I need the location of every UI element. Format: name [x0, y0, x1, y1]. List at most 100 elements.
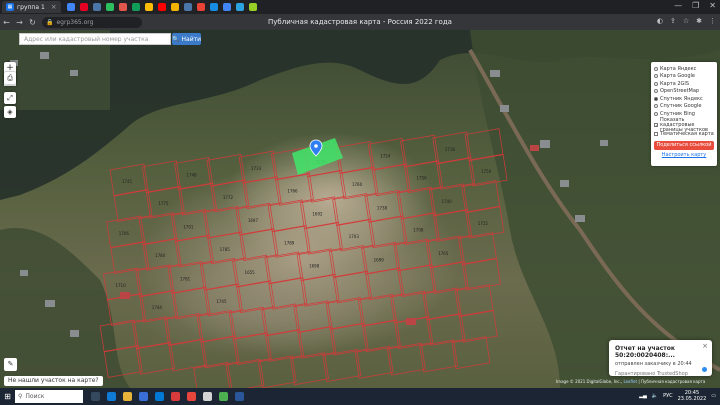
- parcel-number-label: 1733: [251, 166, 262, 171]
- edit-icon[interactable]: ✎: [4, 358, 17, 371]
- extensions-icon[interactable]: ✱: [696, 17, 702, 25]
- telegram-icon[interactable]: [235, 3, 244, 11]
- language-indicator[interactable]: РУС: [663, 393, 673, 399]
- parcel-number-label: 1785: [220, 247, 231, 252]
- radio-icon[interactable]: [654, 111, 658, 116]
- network-icon[interactable]: ▂▄: [639, 393, 647, 399]
- overlay-list: ✓ Показать кадастровые границы участков Те…: [654, 117, 714, 139]
- parcel-number-label: 1756: [417, 176, 428, 181]
- search-input[interactable]: Адрес или кадастровый номер участка: [19, 33, 171, 45]
- windows-taskbar: ⊞ ⚲ Поиск ▂▄ 🔈 РУС 20:45 23.05.2022 ▭: [0, 388, 720, 405]
- gmail-icon[interactable]: [196, 3, 205, 11]
- chrome-icon[interactable]: [219, 392, 228, 401]
- search-button[interactable]: 🔍 Найти: [172, 33, 201, 45]
- share-icon[interactable]: ⇪: [670, 17, 676, 25]
- headphones-icon[interactable]: ◐: [657, 17, 663, 25]
- leaflet-link[interactable]: Leaflet: [623, 379, 637, 384]
- system-tray: ▂▄ 🔈 РУС 20:45 23.05.2022 ▭: [639, 390, 716, 402]
- checkbox-icon[interactable]: [654, 132, 658, 137]
- basemap-option[interactable]: Спутник Яндекс: [654, 95, 714, 103]
- parcel-number-label: 1701: [183, 225, 194, 230]
- doc-icon[interactable]: [222, 3, 231, 11]
- parcel-number-label: 1760: [352, 182, 363, 187]
- tab-favicon-icon: ▦: [6, 3, 14, 11]
- basemap-label: Спутник Яндекс: [660, 95, 703, 102]
- radio-icon[interactable]: [654, 104, 658, 109]
- clock[interactable]: 20:45 23.05.2022: [678, 390, 707, 402]
- basemap-option[interactable]: Карта Яндекс: [654, 65, 714, 73]
- not-found-link[interactable]: Не нашли участок на карте?: [4, 376, 103, 386]
- lock-icon: 🔒: [46, 18, 54, 26]
- ruler-icon[interactable]: ◈: [4, 106, 16, 118]
- parcel-number-label: 1697: [248, 218, 259, 223]
- radio-icon[interactable]: [654, 89, 658, 94]
- basemap-option[interactable]: Карта 2GIS: [654, 80, 714, 88]
- sheets-icon[interactable]: [131, 3, 140, 11]
- word-icon[interactable]: [235, 392, 244, 401]
- forward-icon[interactable]: →: [13, 18, 26, 27]
- basemap-option[interactable]: OpenStreetMap: [654, 88, 714, 96]
- vk-icon[interactable]: [92, 3, 101, 11]
- basemap-list: Карта Яндекс Карта Google Карта 2GIS OpenSt…: [654, 65, 714, 118]
- basemap-label: Спутник Bing: [660, 110, 695, 117]
- parcel-number-label: 1740: [441, 199, 452, 204]
- address-bar[interactable]: 🔒 egrp365.org: [42, 16, 142, 28]
- browser-tab-active[interactable]: ▦ группа 1 ×: [2, 1, 61, 13]
- chrome-icon[interactable]: [144, 3, 153, 11]
- radio-icon[interactable]: [654, 96, 658, 101]
- windows-start-icon[interactable]: ⊞: [3, 392, 12, 401]
- basemap-option[interactable]: Спутник Google: [654, 103, 714, 111]
- parcel-number-label: 1715: [478, 221, 489, 226]
- volume-icon[interactable]: 🔈: [652, 393, 658, 399]
- youtube-icon[interactable]: [157, 3, 166, 11]
- radio-icon[interactable]: [654, 66, 658, 71]
- fullscreen-icon[interactable]: ⤢: [4, 92, 16, 104]
- mail-icon[interactable]: [155, 392, 164, 401]
- tab-close-icon[interactable]: ×: [51, 3, 57, 11]
- evernote-icon[interactable]: [105, 3, 114, 11]
- checkbox-icon[interactable]: ✓: [654, 123, 658, 128]
- maximize-icon[interactable]: ❐: [692, 1, 699, 10]
- mail-icon[interactable]: [209, 3, 218, 11]
- minimize-icon[interactable]: —: [674, 1, 682, 10]
- pinterest-icon[interactable]: [79, 3, 88, 11]
- menu-icon[interactable]: ⋮: [709, 17, 716, 25]
- reload-icon[interactable]: ↻: [26, 18, 39, 27]
- task-view-icon[interactable]: [91, 392, 100, 401]
- pdf-icon[interactable]: [118, 3, 127, 11]
- star-icon[interactable]: ☆: [683, 17, 689, 25]
- notifications-icon[interactable]: ▭: [711, 393, 716, 399]
- overlay-option[interactable]: ✓ Показать кадастровые границы участков: [654, 117, 714, 132]
- forest-south-west: [0, 228, 130, 388]
- configure-map-link[interactable]: Настроить карту: [654, 152, 714, 158]
- bookmark-icon[interactable]: [170, 3, 179, 11]
- share-link-button[interactable]: Поделиться ссылкой: [654, 141, 714, 150]
- google-icon[interactable]: [66, 3, 75, 11]
- explorer-icon[interactable]: [123, 392, 132, 401]
- back-icon[interactable]: ←: [0, 18, 13, 27]
- close-icon[interactable]: ×: [702, 342, 708, 350]
- edge-icon[interactable]: [107, 392, 116, 401]
- red-roof-house: [530, 145, 539, 151]
- opera-icon[interactable]: [187, 392, 196, 401]
- cadastral-map[interactable]: 1741174817331729172417181775177217661760…: [0, 30, 720, 388]
- overlay-option[interactable]: Тематическая карта: [654, 131, 714, 139]
- yandex-icon[interactable]: [203, 392, 212, 401]
- order-notification[interactable]: × Отчет на участок 50:20:0020408:... отп…: [609, 340, 712, 377]
- layers-panel: Карта Яндекс Карта Google Карта 2GIS OpenSt…: [651, 62, 717, 166]
- taskbar-search[interactable]: ⚲ Поиск: [15, 390, 83, 403]
- radio-icon[interactable]: [654, 74, 658, 79]
- sticky-icon[interactable]: [171, 392, 180, 401]
- parcel-number-label: 1750: [481, 169, 492, 174]
- search-button-label: Найти: [181, 35, 201, 43]
- basemap-option[interactable]: Карта Google: [654, 73, 714, 81]
- vk-icon[interactable]: [183, 3, 192, 11]
- avito-icon[interactable]: [248, 3, 257, 11]
- parcel-number-label: 1784: [155, 253, 166, 258]
- notification-body: отправлен заказчику в 20:44: [615, 361, 692, 367]
- close-window-icon[interactable]: ✕: [709, 1, 716, 10]
- print-icon[interactable]: ⎙: [4, 72, 16, 84]
- store-icon[interactable]: [139, 392, 148, 401]
- radio-icon[interactable]: [654, 81, 658, 86]
- parcel-number-label: 1789: [284, 240, 295, 245]
